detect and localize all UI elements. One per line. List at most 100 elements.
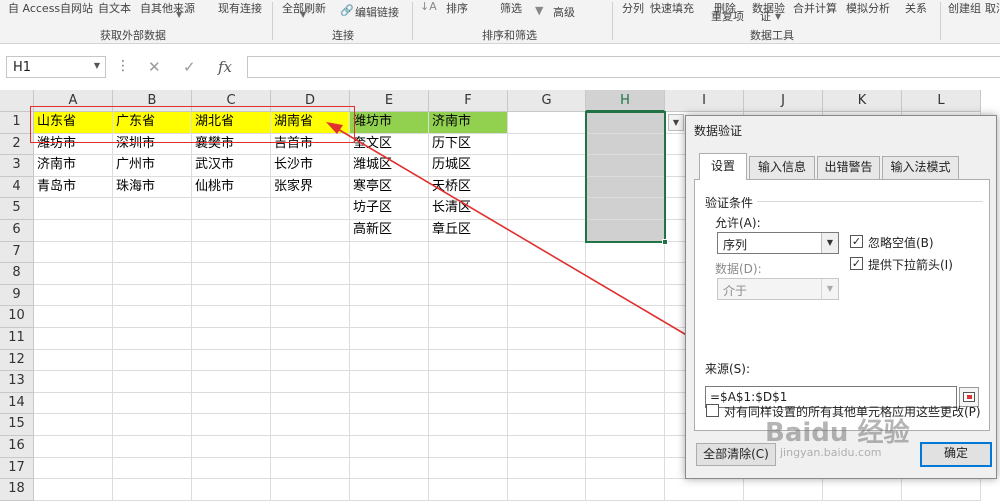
row-header-2[interactable]: 2 [0,133,34,156]
cell-B16[interactable] [113,436,192,458]
fill-handle[interactable] [662,238,668,245]
cell-F4[interactable]: 天桥区 [429,176,508,199]
cell-D13[interactable] [271,371,350,393]
ribbon-text-to-columns-button[interactable]: 分列 [622,0,644,16]
cell-E13[interactable] [350,371,429,393]
cell-E11[interactable] [350,328,429,350]
cell-D15[interactable] [271,414,350,436]
chevron-down-icon[interactable]: ▼ [821,233,838,253]
tab-error-alert[interactable]: 出错警告 [817,156,880,179]
cell-C16[interactable] [192,436,271,458]
cell-B17[interactable] [113,457,192,480]
column-header-F[interactable]: F [429,90,508,112]
cell-C4[interactable]: 仙桃市 [192,176,271,199]
cell-G9[interactable] [508,284,586,307]
data-select[interactable]: 介于 ▼ [717,278,839,300]
allow-select[interactable]: 序列 ▼ [717,232,839,254]
cell-G1[interactable] [508,112,586,134]
cell-F2[interactable]: 历下区 [429,133,508,156]
ribbon-existing-connections-button[interactable]: 现有连接 [218,0,262,16]
tab-input-message[interactable]: 输入信息 [749,156,815,179]
cell-A9[interactable] [34,284,113,307]
cell-H11[interactable] [586,328,665,350]
cell-A15[interactable] [34,414,113,436]
cell-A5[interactable] [34,198,113,220]
cell-C13[interactable] [192,371,271,393]
cell-D4[interactable]: 张家界 [271,176,350,199]
ribbon-consolidate-button[interactable]: 合并计算 [793,0,837,16]
cell-D7[interactable] [271,241,350,264]
cell-C8[interactable] [192,263,271,285]
cell-H10[interactable] [586,306,665,328]
cancel-icon[interactable]: ✕ [148,58,161,76]
column-header-E[interactable]: E [350,90,429,112]
cell-C7[interactable] [192,241,271,264]
cell-E15[interactable] [350,414,429,436]
column-header-L[interactable]: L [902,90,981,112]
ribbon-from-other-button[interactable]: 自其他来源 [140,0,195,16]
cell-E3[interactable]: 潍城区 [350,155,429,177]
column-header-G[interactable]: G [508,90,586,112]
cell-E5[interactable]: 坊子区 [350,198,429,220]
cell-F9[interactable] [429,284,508,307]
cell-A12[interactable] [34,349,113,372]
row-header-9[interactable]: 9 [0,284,34,307]
cell-A13[interactable] [34,371,113,393]
cell-E16[interactable] [350,436,429,458]
ribbon-from-web-button[interactable]: 自网站 [60,0,93,16]
cell-D16[interactable] [271,436,350,458]
ribbon-flash-fill-button[interactable]: 快速填充 [650,0,694,16]
cell-D8[interactable] [271,263,350,285]
cell-H13[interactable] [586,371,665,393]
cell-B12[interactable] [113,349,192,372]
ribbon-edit-links-button[interactable]: 编辑链接 [355,4,399,20]
apply-all-checkbox[interactable] [706,404,719,417]
cell-C5[interactable] [192,198,271,220]
fx-icon[interactable]: fx [218,58,232,76]
row-header-12[interactable]: 12 [0,349,34,372]
cell-F6[interactable]: 章丘区 [429,220,508,242]
cell-B10[interactable] [113,306,192,328]
cell-F3[interactable]: 历城区 [429,155,508,177]
cell-B4[interactable]: 珠海市 [113,176,192,199]
cell-dropdown-button[interactable]: ▼ [668,114,684,131]
cell-E14[interactable] [350,392,429,415]
tab-ime-mode[interactable]: 输入法模式 [882,156,959,179]
ribbon-from-text-button[interactable]: 自文本 [98,0,131,16]
ribbon-relationships-button[interactable]: 关系 [905,0,927,16]
cell-D6[interactable] [271,220,350,242]
cell-D9[interactable] [271,284,350,307]
cell-E8[interactable] [350,263,429,285]
cell-A11[interactable] [34,328,113,350]
cell-H17[interactable] [586,457,665,480]
row-header-10[interactable]: 10 [0,306,34,328]
cell-F12[interactable] [429,349,508,372]
cell-A6[interactable] [34,220,113,242]
cell-E2[interactable]: 奎文区 [350,133,429,156]
cell-D5[interactable] [271,198,350,220]
cell-B13[interactable] [113,371,192,393]
cell-F1[interactable]: 济南市 [429,112,508,134]
cell-G11[interactable] [508,328,586,350]
more-options-icon[interactable]: ⋮ [116,58,130,74]
cell-C17[interactable] [192,457,271,480]
row-header-3[interactable]: 3 [0,155,34,177]
cell-A14[interactable] [34,392,113,415]
cell-D14[interactable] [271,392,350,415]
cell-B15[interactable] [113,414,192,436]
cell-A17[interactable] [34,457,113,480]
cell-F13[interactable] [429,371,508,393]
row-header-5[interactable]: 5 [0,198,34,220]
column-header-J[interactable]: J [744,90,823,112]
cell-A7[interactable] [34,241,113,264]
cell-E10[interactable] [350,306,429,328]
ribbon-group-button[interactable]: 创建组 [948,0,981,16]
enter-icon[interactable]: ✓ [183,58,196,76]
cell-G3[interactable] [508,155,586,177]
ignore-blank-checkbox[interactable]: ✓ [850,235,863,248]
row-header-6[interactable]: 6 [0,220,34,242]
cell-C10[interactable] [192,306,271,328]
cell-B11[interactable] [113,328,192,350]
cell-A10[interactable] [34,306,113,328]
cell-H16[interactable] [586,436,665,458]
